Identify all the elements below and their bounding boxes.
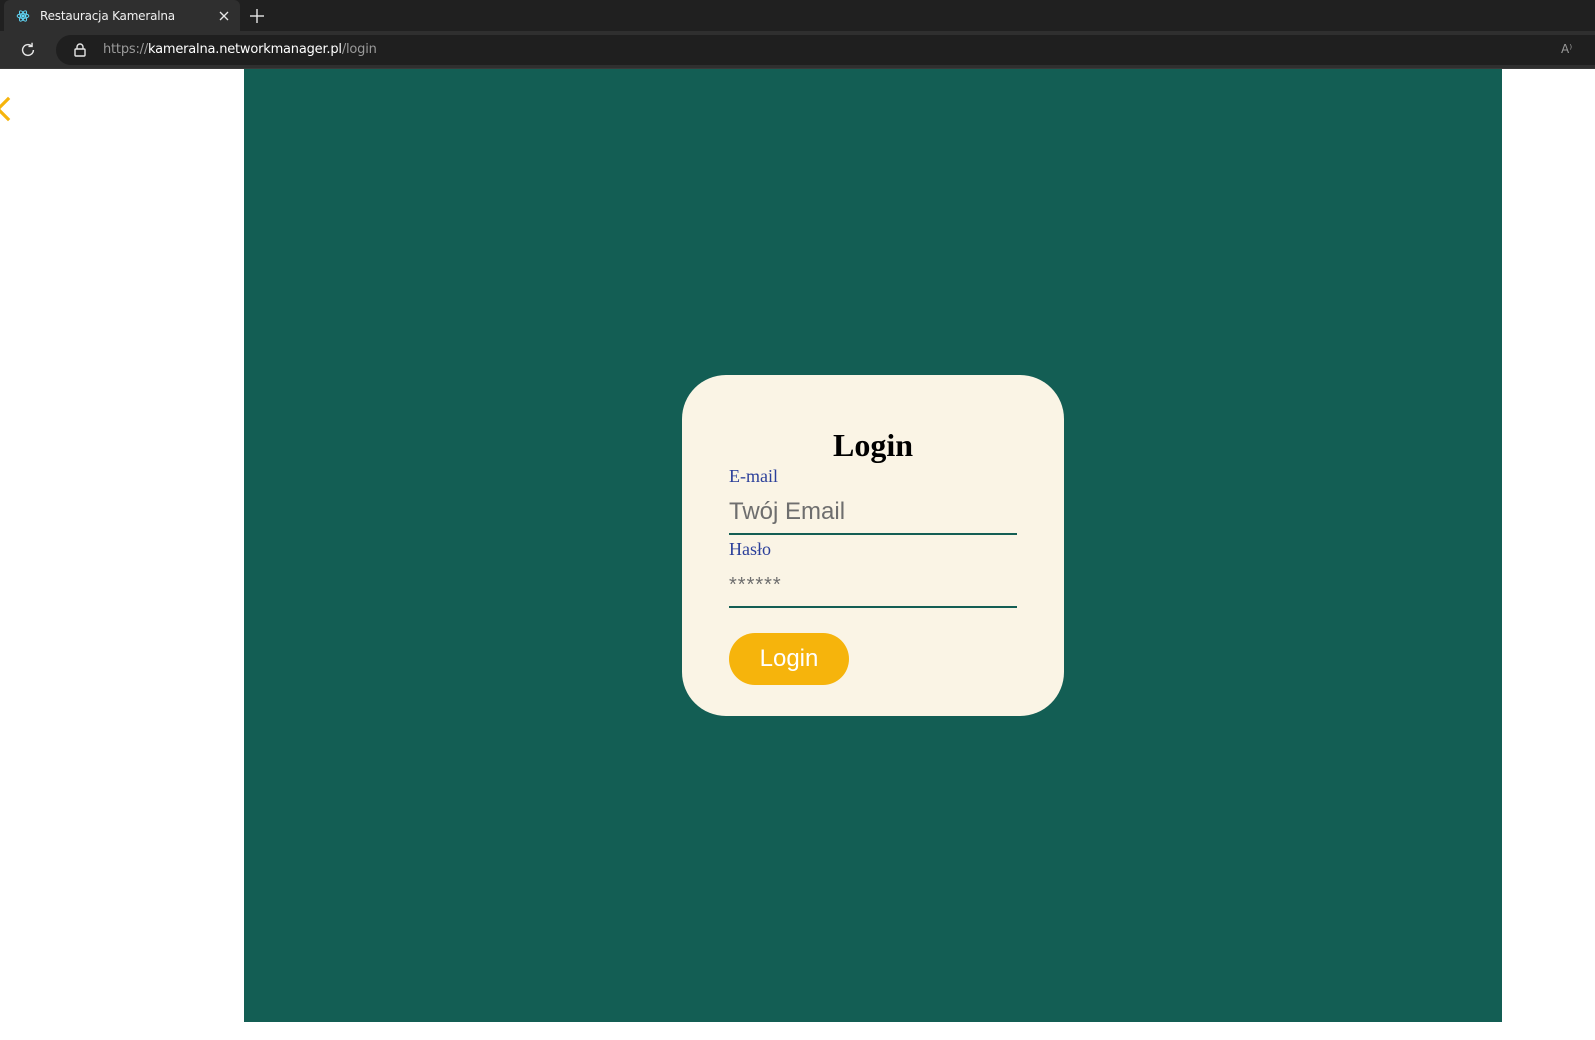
login-title: Login [832, 427, 914, 463]
login-button[interactable]: Login [729, 633, 849, 685]
chevron-left-icon[interactable] [0, 96, 14, 122]
password-field[interactable] [729, 564, 1017, 608]
browser-toolbar: https://kameralna.networkmanager.pl/logi… [0, 31, 1595, 69]
address-bar[interactable]: https://kameralna.networkmanager.pl/logi… [56, 35, 1595, 65]
email-field[interactable] [729, 491, 1017, 535]
plus-icon[interactable] [248, 7, 266, 25]
lock-icon[interactable] [72, 42, 88, 58]
page-scrollbar[interactable] [1568, 69, 1595, 1040]
password-label: Hasło [729, 539, 771, 559]
url-host: kameralna.networkmanager.pl [148, 42, 342, 57]
reload-icon[interactable] [18, 40, 38, 60]
browser-tab[interactable]: Restauracja Kameralna [4, 0, 240, 31]
browser-tab-bar: Restauracja Kameralna [0, 0, 1595, 31]
react-atom-icon [15, 8, 31, 24]
read-aloud-icon[interactable]: A⁾ [1561, 42, 1583, 58]
login-card: Login E-mail Hasło Login [682, 375, 1064, 716]
close-icon[interactable] [216, 8, 232, 24]
url-scheme: https:// [103, 42, 148, 57]
email-label: E-mail [729, 466, 778, 486]
tab-title: Restauracja Kameralna [40, 8, 175, 23]
address-url[interactable]: https://kameralna.networkmanager.pl/logi… [103, 42, 377, 57]
url-path: /login [341, 42, 377, 57]
